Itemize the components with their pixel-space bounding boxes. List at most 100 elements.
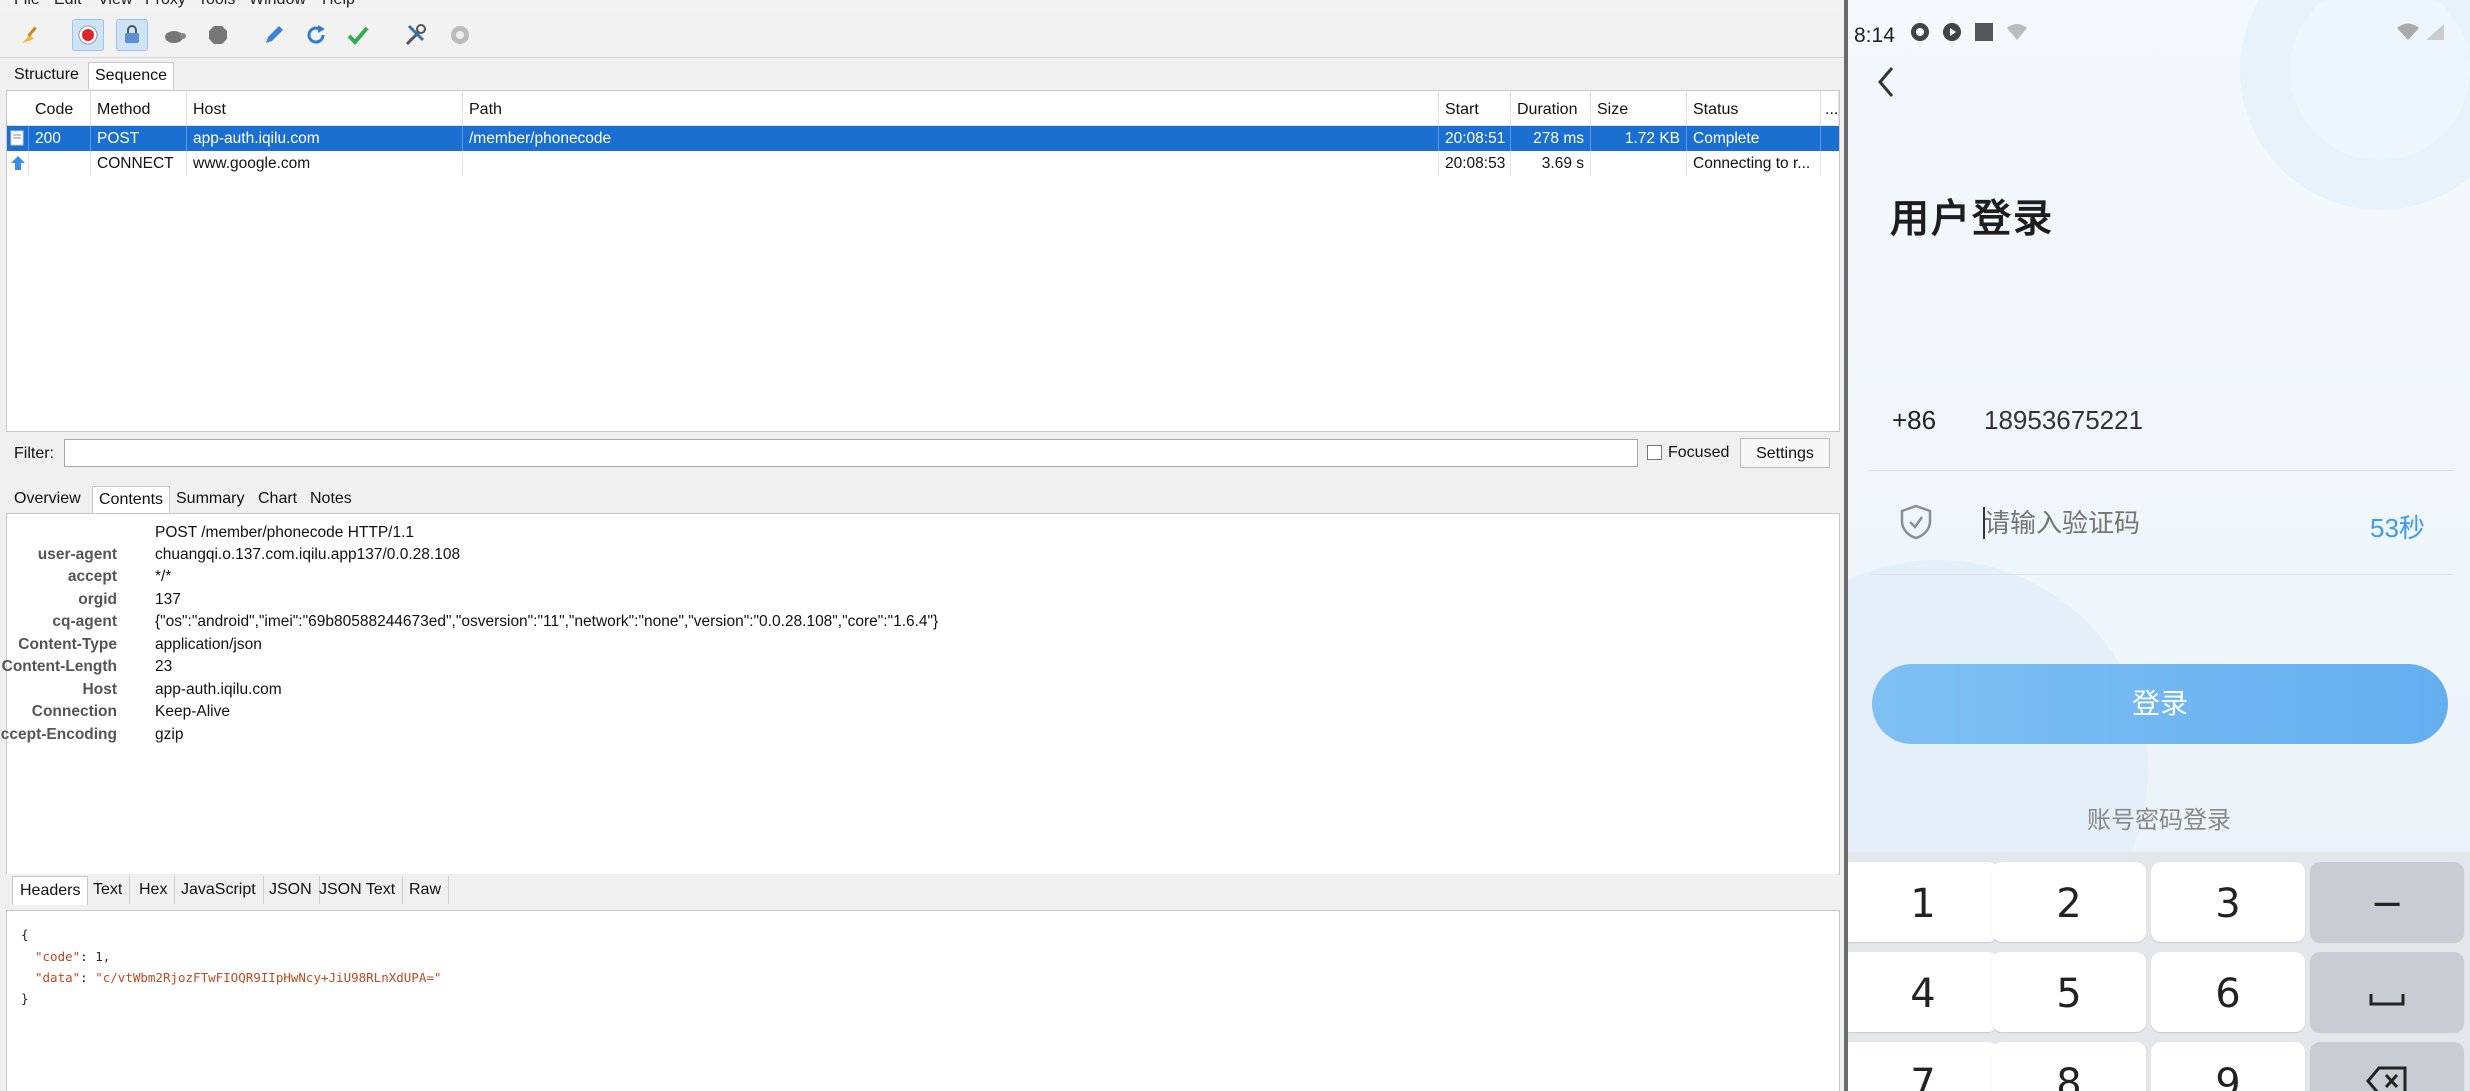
header-value: */* — [155, 568, 172, 585]
upload-arrow-icon — [7, 151, 29, 176]
focused-checkbox[interactable] — [1647, 445, 1662, 460]
wifi-icon — [2396, 22, 2420, 48]
tab-notes[interactable]: Notes — [304, 486, 358, 512]
col-start[interactable]: Start — [1439, 91, 1511, 125]
turtle-icon[interactable] — [158, 19, 190, 51]
key-7[interactable]: 7 — [1848, 1042, 1998, 1091]
tab-text[interactable]: Text — [86, 876, 131, 904]
table-row[interactable]: CONNECT www.google.com 20:08:53 3.69 s C… — [7, 151, 1839, 176]
cell-status: Complete — [1687, 126, 1821, 151]
tab-contents[interactable]: Contents — [92, 486, 171, 513]
cell-size — [1591, 151, 1687, 176]
request-line-text: POST /member/phonecode HTTP/1.1 — [155, 524, 415, 541]
tab-javascript[interactable]: JavaScript — [174, 876, 264, 904]
cell-size: 1.72 KB — [1591, 126, 1687, 151]
country-code[interactable]: +86 — [1892, 405, 1936, 436]
stop-icon[interactable] — [202, 19, 234, 51]
col-method[interactable]: Method — [91, 91, 187, 125]
col-code[interactable]: Code — [29, 91, 91, 125]
verification-code-input[interactable] — [1984, 504, 2284, 544]
key-1[interactable]: 1 — [1848, 862, 1998, 942]
filter-input[interactable] — [64, 439, 1638, 467]
response-body[interactable]: { "code": 1, "data": "c/vtWbm2RjozFTwFIO… — [6, 910, 1840, 1091]
cell-code — [29, 151, 91, 176]
gear-icon[interactable] — [444, 19, 476, 51]
login-button[interactable]: 登录 — [1872, 664, 2448, 744]
tab-overview[interactable]: Overview — [8, 486, 87, 512]
json-value: "c/vtWbm2RjozFTwFIOQR9IIpHwNcy+JiU98RLnX… — [95, 970, 442, 985]
header-value: gzip — [155, 726, 184, 743]
key-2[interactable]: 2 — [1992, 862, 2146, 942]
header-row: Content-Length 23 — [2, 656, 1807, 678]
record-icon[interactable] — [72, 19, 104, 51]
cell-duration: 278 ms — [1511, 126, 1591, 151]
header-row: Content-Type application/json — [7, 634, 1807, 656]
menu-proxy[interactable]: Proxy — [145, 0, 186, 9]
menu-edit[interactable]: Edit — [54, 0, 82, 9]
cell-host: www.google.com — [187, 151, 463, 176]
divider-line — [1870, 470, 2454, 471]
header-value: app-auth.iqilu.com — [155, 681, 282, 698]
cell-start: 20:08:51 — [1439, 126, 1511, 151]
col-duration[interactable]: Duration — [1511, 91, 1591, 125]
key-minus[interactable]: − — [2310, 862, 2464, 942]
col-more[interactable]: ... — [1821, 91, 1839, 125]
cell-path: /member/phonecode — [463, 126, 1439, 151]
header-row: accept */* — [7, 566, 1807, 588]
header-key: cq-agent — [52, 613, 117, 630]
header-value: chuangqi.o.137.com.iqilu.app137/0.0.28.1… — [155, 546, 461, 563]
key-6[interactable]: 6 — [2151, 952, 2305, 1032]
tab-raw[interactable]: Raw — [402, 876, 450, 904]
col-path[interactable]: Path — [463, 91, 1439, 125]
settings-button[interactable]: Settings — [1740, 438, 1830, 468]
tab-headers[interactable]: Headers — [12, 876, 89, 905]
col-size[interactable]: Size — [1591, 91, 1687, 125]
key-9[interactable]: 9 — [2151, 1042, 2305, 1091]
header-value: {"os":"android","imei":"69b80588244673ed… — [155, 613, 939, 630]
menu-bar: File Edit View Proxy Tools Window Help — [0, 0, 1844, 13]
request-headers-panel: POST /member/phonecode HTTP/1.1 user-age… — [0, 513, 1840, 875]
text-caret — [1983, 507, 1985, 539]
key-5[interactable]: 5 — [1992, 952, 2146, 1032]
menu-file[interactable]: File — [14, 0, 40, 9]
cell-start: 20:08:53 — [1439, 151, 1511, 176]
menu-view[interactable]: View — [98, 0, 132, 9]
col-host[interactable]: Host — [187, 91, 463, 125]
phone-number-field[interactable]: 18953675221 — [1984, 405, 2143, 436]
password-login-link[interactable]: 账号密码登录 — [1848, 800, 2470, 835]
back-arrow-icon[interactable] — [1866, 62, 1906, 102]
square-icon — [1974, 22, 1994, 48]
tab-structure[interactable]: Structure — [8, 62, 85, 88]
sequence-table: Code Method Host Path Start Duration Siz… — [6, 90, 1840, 432]
menu-tools[interactable]: Tools — [198, 0, 235, 9]
header-row: Host app-auth.iqilu.com — [7, 679, 1807, 701]
tab-summary[interactable]: Summary — [170, 486, 250, 512]
backspace-icon[interactable] — [2310, 1042, 2464, 1091]
pen-icon[interactable] — [258, 19, 290, 51]
key-4[interactable]: 4 — [1848, 952, 1998, 1032]
menu-help[interactable]: Help — [322, 0, 355, 9]
refresh-icon[interactable] — [300, 19, 332, 51]
cell-code: 200 — [29, 126, 91, 151]
menu-window[interactable]: Window — [249, 0, 306, 9]
tab-hex[interactable]: Hex — [132, 876, 176, 904]
json-key: "code" — [35, 949, 81, 964]
header-row: Accept-Encoding gzip — [0, 724, 1807, 746]
header-row: orgid 137 — [7, 589, 1807, 611]
table-row[interactable]: 200 POST app-auth.iqilu.com /member/phon… — [7, 126, 1839, 151]
tab-sequence[interactable]: Sequence — [88, 62, 175, 89]
key-8[interactable]: 8 — [1992, 1042, 2146, 1091]
broom-icon[interactable] — [14, 19, 46, 51]
tab-chart[interactable]: Chart — [252, 486, 303, 512]
tab-json-text[interactable]: JSON Text — [312, 876, 404, 904]
cell-method: POST — [91, 126, 187, 151]
json-line-data: "data": "c/vtWbm2RjozFTwFIOQR9IIpHwNcy+J… — [35, 970, 442, 985]
tools-icon[interactable] — [400, 19, 432, 51]
json-close-brace: } — [21, 991, 29, 1006]
space-key-icon[interactable] — [2310, 952, 2464, 1032]
cell-duration: 3.69 s — [1511, 151, 1591, 176]
check-icon[interactable] — [342, 19, 374, 51]
key-3[interactable]: 3 — [2151, 862, 2305, 942]
throttle-icon[interactable] — [116, 19, 148, 51]
col-status[interactable]: Status — [1687, 91, 1821, 125]
